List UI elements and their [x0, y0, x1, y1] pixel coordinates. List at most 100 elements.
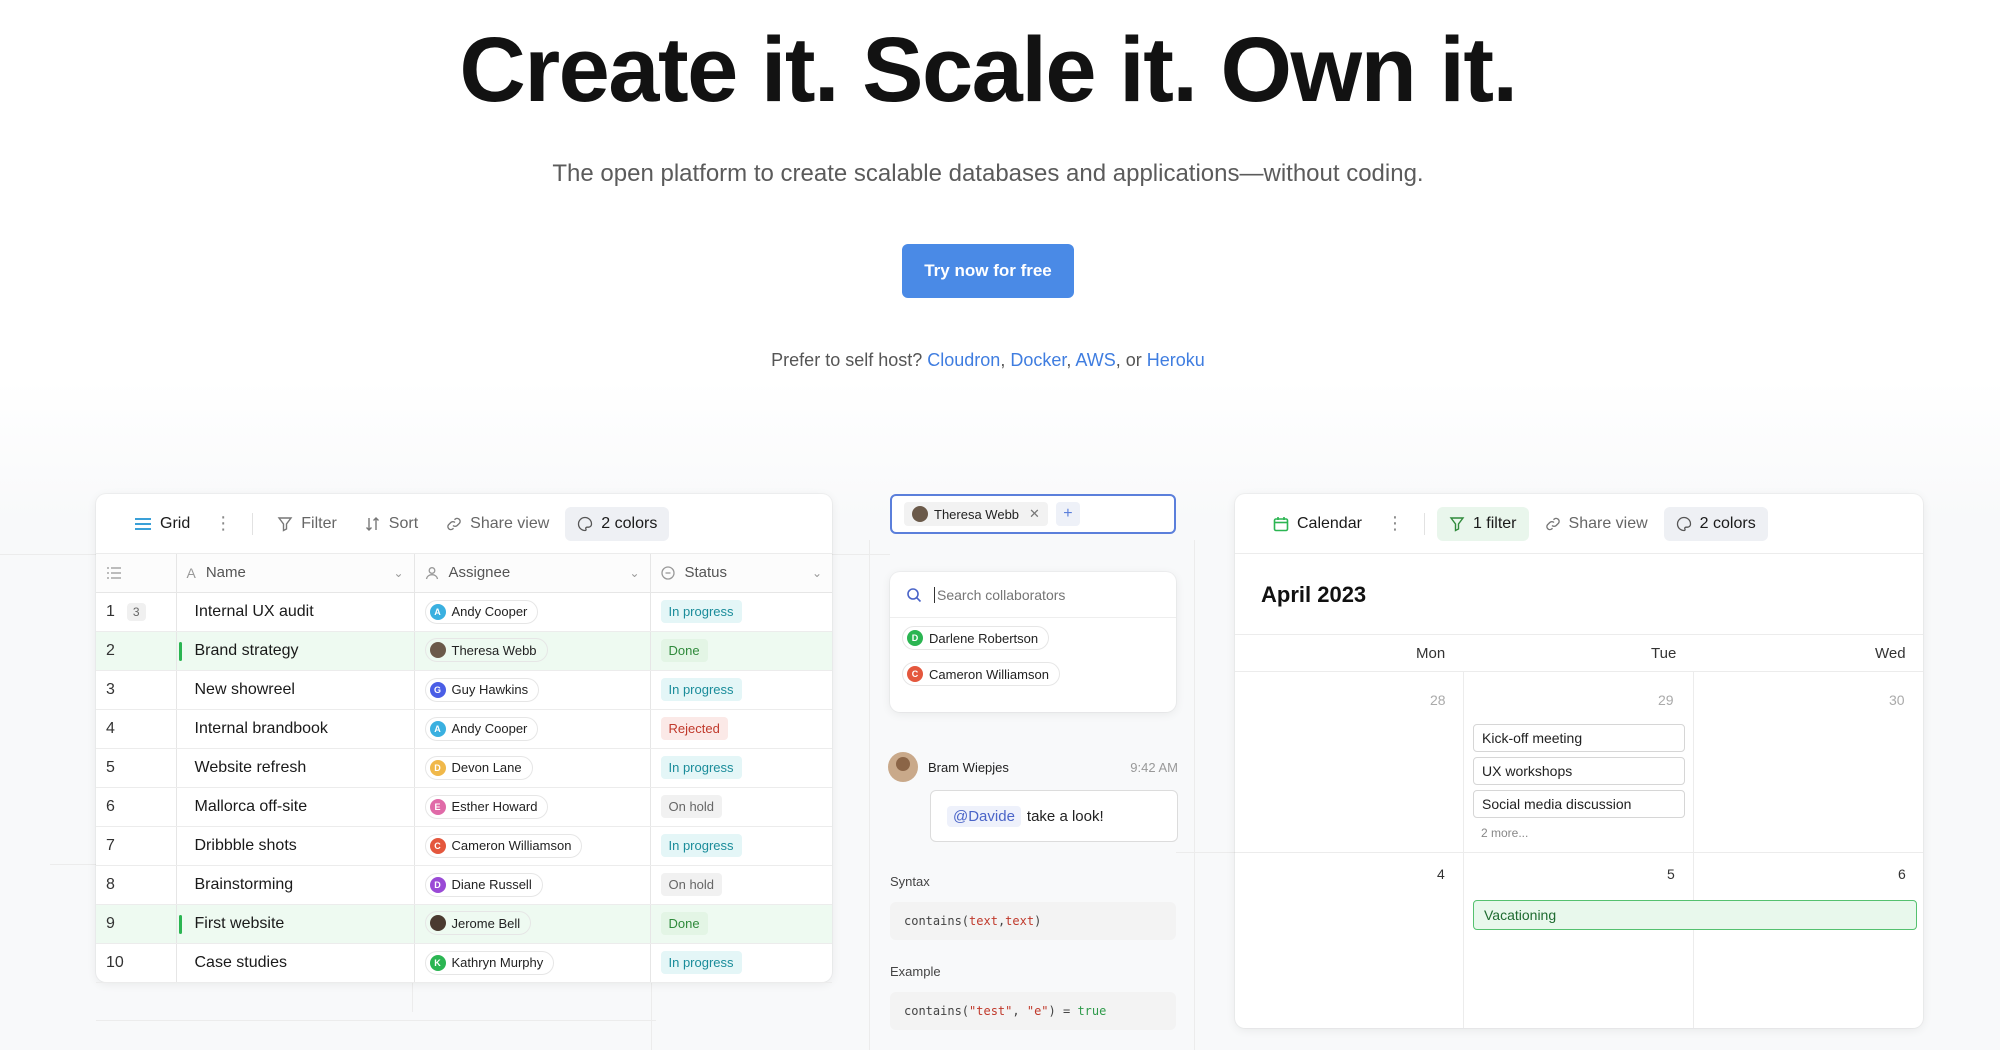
status-cell[interactable]: In progress	[650, 943, 832, 983]
status-cell[interactable]: Rejected	[650, 709, 832, 749]
assignee-cell[interactable]: K Kathryn Murphy	[414, 943, 651, 983]
calendar-date[interactable]: 4	[1437, 866, 1445, 882]
assignee-cell[interactable]: A Andy Cooper	[414, 592, 651, 632]
assignee-chip[interactable]: Jerome Bell	[424, 911, 532, 935]
collaborator-chip[interactable]: Theresa Webb ✕	[904, 502, 1048, 526]
name-cell[interactable]: Dribbble shots	[176, 826, 415, 866]
assignee-chip[interactable]: A Andy Cooper	[424, 716, 539, 741]
calendar-event[interactable]: UX workshops	[1473, 757, 1685, 785]
name-cell[interactable]: First website	[176, 904, 415, 944]
guide-line	[96, 1020, 656, 1021]
table-row[interactable]: 6 Mallorca off-site E Esther Howard On hold	[96, 787, 832, 827]
try-now-button[interactable]: Try now for free	[902, 244, 1074, 298]
assignee-chip[interactable]: D Devon Lane	[424, 755, 533, 780]
assignee-chip[interactable]: G Guy Hawkins	[424, 677, 540, 702]
assignee-chip[interactable]: C Cameron Williamson	[424, 833, 583, 858]
collaborator-option[interactable]: D Darlene Robertson	[902, 626, 1050, 650]
table-row[interactable]: 2 Brand strategy Theresa Webb Done	[96, 631, 832, 671]
more-events-link[interactable]: 2 more...	[1481, 826, 1528, 840]
table-row[interactable]: 10 Case studies K Kathryn Murphy In progress	[96, 943, 832, 983]
self-host-line: Prefer to self host? Cloudron, Docker, A…	[0, 350, 1976, 371]
chevron-down-icon[interactable]: ⌄	[629, 566, 639, 580]
calendar-date[interactable]: 6	[1898, 866, 1906, 882]
share-view-button[interactable]: Share view	[1533, 507, 1660, 541]
link-docker[interactable]: Docker	[1010, 350, 1066, 370]
table-row[interactable]: 4 Internal brandbook A Andy Cooper Rejected	[96, 709, 832, 749]
table-row[interactable]: 7 Dribbble shots C Cameron Williamson In pro…	[96, 826, 832, 866]
list-icon	[134, 516, 152, 532]
close-icon[interactable]: ✕	[1029, 506, 1040, 522]
mention-tag[interactable]: @Davide	[947, 805, 1021, 827]
name-cell[interactable]: Mallorca off-site	[176, 787, 415, 827]
row-number-header[interactable]	[96, 554, 177, 593]
assignee-cell[interactable]: C Cameron Williamson	[414, 826, 651, 866]
assignee-cell[interactable]: D Diane Russell	[414, 865, 651, 905]
calendar-date[interactable]: 28	[1430, 692, 1446, 708]
calendar-event[interactable]: Kick-off meeting	[1473, 724, 1685, 752]
table-row[interactable]: 5 Website refresh D Devon Lane In progress	[96, 748, 832, 788]
chevron-down-icon[interactable]: ⌄	[393, 566, 403, 580]
status-cell[interactable]: On hold	[650, 865, 832, 905]
table-row[interactable]: 1 3 Internal UX audit A Andy Cooper In progre…	[96, 592, 832, 632]
link-heroku[interactable]: Heroku	[1147, 350, 1205, 370]
status-cell[interactable]: Done	[650, 631, 832, 671]
comment-body[interactable]: @Davide take a look!	[930, 790, 1178, 842]
link-aws[interactable]: AWS	[1075, 350, 1115, 370]
status-cell[interactable]: In progress	[650, 592, 832, 632]
filter-button[interactable]: 1 filter	[1436, 506, 1529, 541]
status-cell[interactable]: On hold	[650, 787, 832, 827]
assignee-cell[interactable]: Jerome Bell	[414, 904, 651, 944]
code-arg: "test"	[969, 1004, 1013, 1018]
add-collaborator-button[interactable]: +	[1055, 502, 1080, 526]
assignee-cell[interactable]: A Andy Cooper	[414, 709, 651, 749]
collaborator-option[interactable]: C Cameron Williamson	[902, 662, 1060, 686]
colors-button[interactable]: 2 colors	[565, 506, 670, 541]
name-column-header[interactable]: A Name ⌄	[176, 554, 415, 593]
calendar-date[interactable]: 30	[1889, 692, 1905, 708]
chevron-down-icon[interactable]: ⌄	[812, 566, 822, 580]
search-collaborators-input[interactable]	[934, 586, 1134, 603]
assignee-chip[interactable]: K Kathryn Murphy	[424, 950, 555, 975]
filter-button[interactable]: Filter	[265, 507, 349, 541]
assignee-chip[interactable]: E Esther Howard	[424, 794, 549, 819]
name-cell[interactable]: Internal brandbook	[176, 709, 415, 749]
calendar-view-selector[interactable]: Calendar	[1261, 507, 1374, 541]
status-cell[interactable]: In progress	[650, 826, 832, 866]
status-cell[interactable]: In progress	[650, 670, 832, 710]
row-number-cell: 13	[96, 592, 177, 632]
status-cell[interactable]: Done	[650, 904, 832, 944]
name-cell[interactable]: Case studies	[176, 943, 415, 983]
colors-button[interactable]: 2 colors	[1663, 506, 1768, 541]
sort-button[interactable]: Sort	[353, 507, 430, 541]
name-cell[interactable]: Website refresh	[176, 748, 415, 788]
more-options-icon[interactable]: ⋮	[206, 513, 240, 534]
comment-count-badge[interactable]: 3	[126, 602, 146, 621]
assignee-chip[interactable]: A Andy Cooper	[424, 599, 539, 624]
calendar-event[interactable]: Social media discussion	[1473, 790, 1685, 818]
name-cell[interactable]: New showreel	[176, 670, 415, 710]
table-row[interactable]: 8 Brainstorming D Diane Russell On hold	[96, 865, 832, 905]
share-view-button[interactable]: Share view	[434, 507, 561, 541]
calendar-date[interactable]: 29	[1658, 692, 1674, 708]
vacation-event[interactable]: Vacationing	[1473, 900, 1917, 930]
assignee-chip[interactable]: Theresa Webb	[424, 638, 548, 662]
name-cell[interactable]: Internal UX audit	[176, 592, 415, 632]
status-column-header[interactable]: Status ⌄	[650, 554, 832, 593]
assignee-chip[interactable]: D Diane Russell	[424, 872, 543, 897]
calendar-date[interactable]: 5	[1667, 866, 1675, 882]
assignee-cell[interactable]: D Devon Lane	[414, 748, 651, 788]
status-cell[interactable]: In progress	[650, 748, 832, 788]
assignee-cell[interactable]: Theresa Webb	[414, 631, 651, 671]
row-number-cell: 9	[96, 904, 177, 944]
more-options-icon[interactable]: ⋮	[1378, 513, 1412, 534]
table-row[interactable]: 3 New showreel G Guy Hawkins In progress	[96, 670, 832, 710]
name-cell[interactable]: Brainstorming	[176, 865, 415, 905]
grid-view-selector[interactable]: Grid	[122, 507, 202, 541]
name-cell[interactable]: Brand strategy	[176, 631, 415, 671]
assignee-cell[interactable]: G Guy Hawkins	[414, 670, 651, 710]
table-row[interactable]: 9 First website Jerome Bell Done	[96, 904, 832, 944]
link-cloudron[interactable]: Cloudron	[927, 350, 1000, 370]
assignee-cell[interactable]: E Esther Howard	[414, 787, 651, 827]
assignee-column-header[interactable]: Assignee ⌄	[414, 554, 651, 593]
collaborator-input[interactable]: Theresa Webb ✕ +	[890, 494, 1176, 534]
